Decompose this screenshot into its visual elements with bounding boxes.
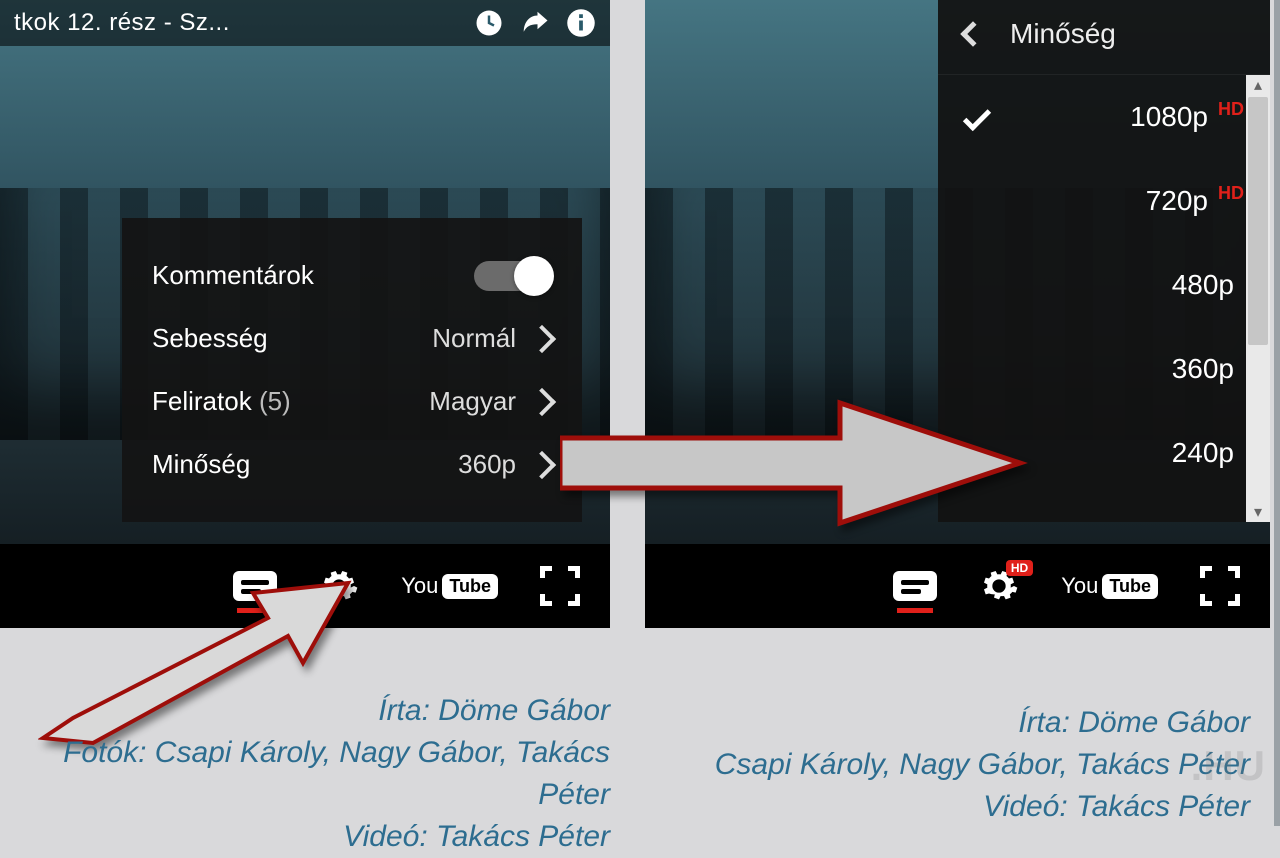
chevron-right-icon: [528, 387, 556, 415]
credit-video: Videó: Takács Péter: [630, 786, 1250, 828]
credits-right: Írta: Döme Gábor Csapi Károly, Nagy Gábo…: [630, 702, 1250, 828]
scroll-thumb[interactable]: [1248, 97, 1268, 345]
quality-popup-title: Minőség: [1010, 18, 1116, 50]
scroll-up-icon[interactable]: ▴: [1246, 75, 1270, 95]
video-player-right: Minőség 1080p HD 720p HD 480p: [645, 0, 1270, 628]
quality-option-240p[interactable]: 240p: [938, 411, 1270, 495]
quality-value: 360p: [458, 449, 516, 480]
subtitles-icon: [233, 571, 277, 601]
settings-speed[interactable]: Sebesség Normál: [122, 307, 582, 370]
subtitles-label: Feliratok: [152, 386, 252, 416]
chevron-right-icon: [528, 324, 556, 352]
annotations-toggle[interactable]: [474, 261, 552, 291]
speed-label: Sebesség: [152, 323, 422, 354]
credit-photos: Csapi Károly, Nagy Gábor, Takács Péter: [630, 744, 1250, 786]
player-controls: You Tube: [0, 544, 610, 628]
credits-left: Írta: Döme Gábor Fotók: Csapi Károly, Na…: [0, 690, 610, 858]
quality-label: Minőség: [152, 449, 448, 480]
annotations-label: Kommentárok: [152, 260, 464, 291]
settings-button[interactable]: HD: [979, 566, 1019, 606]
video-player-left: tkok 12. rész - Sz... Kommentárok Sebess…: [0, 0, 610, 628]
info-icon[interactable]: [566, 8, 596, 38]
scrollbar[interactable]: ▴ ▾: [1246, 75, 1270, 522]
youtube-logo[interactable]: You Tube: [1061, 573, 1158, 599]
subtitles-value: Magyar: [429, 386, 516, 417]
video-title: tkok 12. rész - Sz...: [14, 9, 458, 37]
watermark: .HU: [1191, 742, 1266, 790]
quality-option-1080p[interactable]: 1080p HD: [938, 75, 1270, 159]
back-icon[interactable]: [960, 21, 985, 46]
share-icon[interactable]: [520, 8, 550, 38]
gear-icon: [319, 566, 359, 606]
player-header: tkok 12. rész - Sz...: [0, 0, 610, 46]
settings-button[interactable]: [319, 566, 359, 606]
settings-subtitles[interactable]: Feliratok (5) Magyar: [122, 370, 582, 433]
credit-author: Írta: Döme Gábor: [0, 690, 610, 732]
subtitles-button[interactable]: [893, 571, 937, 601]
youtube-logo[interactable]: You Tube: [401, 573, 498, 599]
subtitles-icon: [893, 571, 937, 601]
fullscreen-button[interactable]: [540, 566, 580, 606]
quality-popup-header[interactable]: Minőség: [938, 0, 1270, 75]
chevron-right-icon: [528, 450, 556, 478]
player-controls: HD You Tube: [645, 544, 1270, 628]
watch-later-icon[interactable]: [474, 8, 504, 38]
quality-option-360p[interactable]: 360p: [938, 327, 1270, 411]
quality-option-480p[interactable]: 480p: [938, 243, 1270, 327]
page-scrollbar[interactable]: [1274, 0, 1280, 826]
quality-popup: Minőség 1080p HD 720p HD 480p: [938, 0, 1270, 522]
speed-value: Normál: [432, 323, 516, 354]
settings-popup: Kommentárok Sebesség Normál Feliratok (5…: [122, 218, 582, 522]
settings-quality[interactable]: Minőség 360p: [122, 433, 582, 496]
hd-badge: HD: [1006, 560, 1033, 576]
scroll-down-icon[interactable]: ▾: [1246, 502, 1270, 522]
fullscreen-button[interactable]: [1200, 566, 1240, 606]
credit-author: Írta: Döme Gábor: [630, 702, 1250, 744]
quality-option-720p[interactable]: 720p HD: [938, 159, 1270, 243]
subtitles-count: (5): [259, 386, 291, 416]
quality-options: 1080p HD 720p HD 480p 360p: [938, 75, 1270, 522]
credit-photos: Fotók: Csapi Károly, Nagy Gábor, Takács …: [0, 732, 610, 816]
settings-annotations[interactable]: Kommentárok: [122, 244, 582, 307]
credit-video: Videó: Takács Péter: [0, 816, 610, 858]
subtitles-button[interactable]: [233, 571, 277, 601]
check-icon: [960, 100, 994, 134]
